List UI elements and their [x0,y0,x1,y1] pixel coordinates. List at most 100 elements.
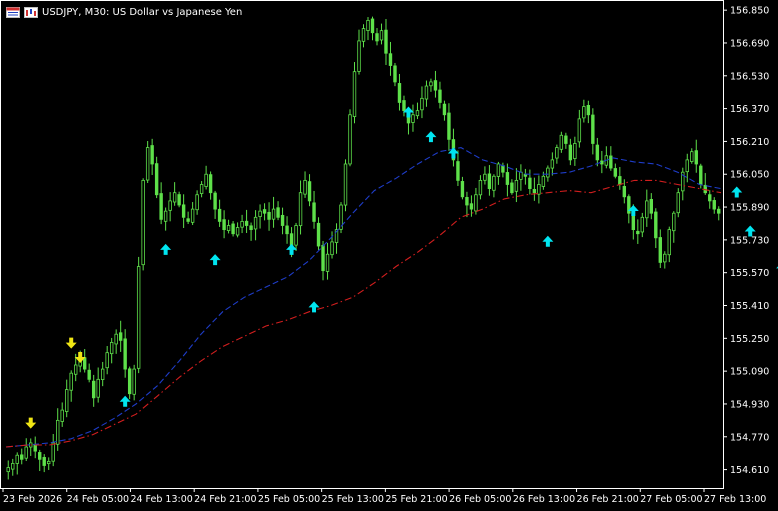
price-axis[interactable]: 156.850 156.690 156.530 156.370 156.210 156.0… [723,6,769,476]
candle-body [609,155,613,169]
candle [244,209,249,233]
candle-body [303,179,307,195]
candle [168,192,172,222]
candle [483,166,487,185]
candle-body [172,192,177,203]
candle-body [136,266,141,369]
candle-body [712,200,716,210]
candle-body [487,173,492,189]
candle [379,23,384,45]
candle-body [127,368,132,395]
candle-body [649,198,653,214]
chart-type-icon[interactable] [24,6,38,18]
candle-body [276,207,280,218]
time-axis[interactable]: 23 Feb 2026 24 Feb 05:00 24 Feb 13:00 24 Fe… [2,488,766,505]
candle-body [177,194,181,206]
candle-body [672,212,676,232]
candle-body [145,147,150,181]
candle [109,337,114,364]
candle-body [235,227,240,236]
time-tick-label: 23 Feb 2026 [3,494,62,505]
candle-body [528,177,532,189]
ma-fast-line [5,147,722,448]
price-chart[interactable]: 156.850 156.690 156.530 156.370 156.210 156.0… [0,0,778,511]
chart-grid-icon[interactable] [6,6,20,18]
candle-body [325,253,330,272]
candle-body [699,165,703,185]
candle [303,171,307,198]
candle [186,211,190,224]
candle [474,187,478,215]
candle-body [415,110,420,117]
candle-body [577,118,582,143]
price-tick-label: 155.890 [730,203,769,214]
candle [24,438,28,462]
candle-body [159,193,163,220]
price-tick-label: 155.250 [730,334,769,345]
buy-signal-arrow [731,186,743,198]
candle-body [469,203,474,210]
candle [154,156,159,199]
candle-body [384,29,388,54]
candle-body [190,208,195,223]
candle [717,206,721,221]
time-tick-label: 26 Feb 05:00 [449,494,511,505]
chart-window[interactable]: 156.850 156.690 156.530 156.370 156.210 156.0… [0,0,778,511]
candle [582,99,586,123]
candle-body [96,378,100,398]
candle-body [74,364,78,375]
candle [105,346,109,375]
candle-body [550,159,555,169]
candle-body [280,214,285,226]
candle [199,181,204,198]
candle-body [582,106,586,119]
candle-body [65,389,69,412]
candle [231,221,235,237]
price-tick-label: 156.210 [730,137,769,148]
candle [622,179,627,204]
candle [627,194,631,224]
candle [222,210,226,239]
candle-body [20,454,24,460]
candle-body [532,189,537,194]
price-tick-label: 154.770 [730,432,769,443]
price-tick-label: 155.410 [730,301,769,312]
candle-body [442,103,447,116]
up-arrow-icon [731,186,743,198]
candle [339,202,343,234]
candle-body [267,211,271,220]
candle [96,367,100,403]
candle [271,196,276,228]
candle [51,433,55,467]
candle [505,163,510,197]
candle [492,174,496,198]
candle [208,171,213,200]
candle [69,370,73,402]
candle-body [613,168,618,177]
candle-body [640,216,645,233]
candle-body [258,210,262,217]
candle [91,374,96,407]
candle [217,199,222,227]
candle [47,457,51,470]
candle [87,363,91,383]
up-arrow-icon [209,254,221,266]
candle [213,190,217,219]
candle [181,194,186,229]
candle [132,364,136,401]
candle-body [366,20,370,31]
candle-body [141,179,145,266]
candle [145,140,150,184]
candle [352,62,357,124]
candle [519,164,523,191]
candle [163,207,168,231]
up-arrow-icon [425,131,437,143]
candle [694,139,698,173]
candle-body [586,104,591,116]
time-tick-label: 25 Feb 21:00 [385,494,447,505]
candle-body [636,230,640,235]
candle [190,202,195,226]
candle-body [456,161,460,181]
candle [65,379,69,418]
candle-body [424,85,429,100]
